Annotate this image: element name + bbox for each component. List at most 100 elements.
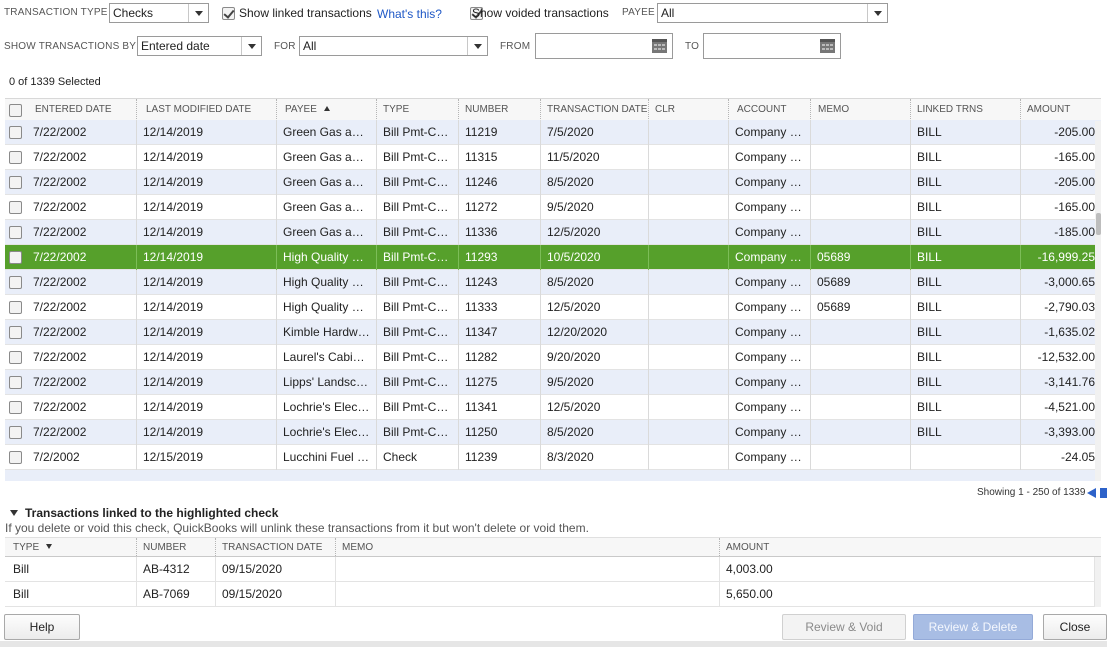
cell-entered-date: 7/22/2002 — [27, 320, 137, 345]
cell-clr — [649, 420, 729, 445]
table-row[interactable]: 7/22/2002 12/14/2019 Lochrie's Electric Bil… — [5, 395, 1101, 420]
table-row-partial[interactable] — [5, 470, 1101, 481]
select-all-checkbox[interactable] — [9, 104, 22, 117]
row-checkbox[interactable] — [9, 151, 22, 164]
show-by-select[interactable]: Entered date — [137, 36, 262, 56]
calendar-icon[interactable] — [652, 39, 667, 53]
calendar-icon[interactable] — [820, 39, 835, 53]
cell-transaction-date: 11/5/2020 — [541, 145, 649, 170]
cell-linked-trns: BILL — [911, 320, 1021, 345]
row-checkbox[interactable] — [9, 201, 22, 214]
cell-memo — [811, 420, 911, 445]
column-header-type[interactable]: TYPE — [377, 99, 459, 121]
cell-amount: -3,393.00 — [1044, 425, 1095, 439]
payee-select[interactable]: All — [657, 3, 888, 23]
linked-column-header-memo[interactable]: MEMO — [336, 538, 720, 558]
cell-clr — [649, 345, 729, 370]
linked-column-header-amount[interactable]: AMOUNT — [720, 538, 1101, 558]
cell-entered-date: 7/22/2002 — [27, 295, 137, 320]
table-row[interactable]: 7/22/200212/14/2019Green Gas and GasBill… — [5, 145, 1101, 170]
table-row[interactable]: 7/2/200212/15/2019Lucchini Fuel SupplyCh… — [5, 445, 1101, 470]
row-checkbox[interactable] — [9, 176, 22, 189]
column-header-linked-trns[interactable]: LINKED TRNS — [911, 99, 1021, 121]
linked-table-row[interactable]: Bill AB-7069 09/15/2020 5,650.00 — [5, 582, 1101, 607]
table-row[interactable]: 7/22/200212/14/2019Green Gas and GasBill… — [5, 195, 1101, 220]
column-header-transaction-date[interactable]: TRANSACTION DATE — [541, 99, 649, 121]
scrollbar-thumb[interactable] — [1096, 213, 1101, 235]
row-checkbox[interactable] — [9, 401, 22, 414]
cell-memo — [811, 170, 911, 195]
column-header-entered-date[interactable]: ENTERED DATE — [27, 99, 137, 121]
table-row[interactable]: 7/22/200212/14/2019Green Gas and GasBill… — [5, 220, 1101, 245]
cell-amount: -4,521.00 — [1044, 400, 1095, 414]
to-date-field[interactable] — [703, 33, 841, 59]
cell-entered-date: 7/2/2002 — [27, 445, 137, 470]
column-header-amount[interactable]: AMOUNT — [1021, 99, 1101, 121]
row-checkbox[interactable] — [9, 226, 22, 239]
table-row[interactable]: 7/22/2002 12/14/2019 Laurel's Cabinets Bill… — [5, 345, 1101, 370]
for-select[interactable]: All — [299, 36, 488, 56]
whats-this-link[interactable]: What's this? — [377, 7, 442, 21]
cell-memo: 05689 — [811, 270, 911, 295]
from-date-field[interactable] — [535, 33, 673, 59]
transaction-type-select[interactable]: Checks — [109, 3, 209, 23]
cell-clr — [649, 145, 729, 170]
cell-number: 11243 — [459, 270, 541, 295]
row-checkbox[interactable] — [9, 376, 22, 389]
linked-column-header-type[interactable]: TYPE — [7, 538, 137, 558]
row-checkbox[interactable] — [9, 351, 22, 364]
row-checkbox[interactable] — [9, 301, 22, 314]
cell-last-modified: 12/14/2019 — [137, 170, 277, 195]
row-checkbox[interactable] — [9, 251, 22, 264]
grid-scrollbar[interactable] — [1095, 121, 1101, 481]
pager-showing: Showing 1 - 250 of 1339 — [977, 487, 1086, 498]
column-header-last-modified[interactable]: LAST MODIFIED DATE — [137, 99, 277, 121]
cell-entered-date: 7/22/2002 — [27, 195, 137, 220]
show-linked-checkbox[interactable] — [222, 7, 235, 20]
row-checkbox[interactable] — [9, 276, 22, 289]
linked-column-header-transaction-date[interactable]: TRANSACTION DATE — [216, 538, 336, 558]
show-linked-label: Show linked transactions — [239, 6, 372, 20]
cell-number: 11293 — [459, 245, 541, 270]
row-checkbox[interactable] — [9, 451, 22, 464]
cell-transaction-date: 12/5/2020 — [541, 295, 649, 320]
cell-clr — [649, 220, 729, 245]
review-void-button[interactable]: Review & Void — [782, 614, 906, 640]
row-checkbox[interactable] — [9, 426, 22, 439]
previous-page-icon[interactable] — [1087, 488, 1096, 498]
table-row[interactable]: 7/22/2002 12/14/2019 Lipps' Landscaping Bil… — [5, 370, 1101, 395]
next-page-icon[interactable] — [1100, 488, 1107, 498]
table-row[interactable]: 7/22/2002 12/14/2019 Kimble Hardware Bill P… — [5, 320, 1101, 345]
cell-linked-trns: BILL — [911, 145, 1021, 170]
column-header-account[interactable]: ACCOUNT — [729, 99, 811, 121]
table-row[interactable]: 7/22/200212/14/2019High Quality LumberBi… — [5, 270, 1101, 295]
column-header-memo[interactable]: MEMO — [811, 99, 911, 121]
collapse-triangle-icon[interactable] — [10, 510, 18, 516]
cell-account: Company Checking — [729, 170, 811, 195]
linked-table-row[interactable]: Bill AB-4312 09/15/2020 4,003.00 — [5, 557, 1101, 582]
cell-last-modified: 12/14/2019 — [137, 320, 277, 345]
review-delete-button[interactable]: Review & Delete — [913, 614, 1033, 640]
row-checkbox[interactable] — [9, 126, 22, 139]
close-button[interactable]: Close — [1043, 614, 1107, 640]
cell-entered-date: 7/22/2002 — [27, 220, 137, 245]
table-row[interactable]: 7/22/2002 12/14/2019 Lochrie's Electric Bil… — [5, 420, 1101, 445]
column-header-clr[interactable]: CLR — [649, 99, 729, 121]
cell-transaction-date: 8/5/2020 — [541, 270, 649, 295]
cell-linked-trns: BILL — [911, 345, 1021, 370]
table-row[interactable]: 7/22/200212/14/2019Green Gas and GasBill… — [5, 120, 1101, 145]
table-row[interactable]: 7/22/200212/14/2019Green Gas and GasBill… — [5, 170, 1101, 195]
column-header-number[interactable]: NUMBER — [459, 99, 541, 121]
row-checkbox[interactable] — [9, 326, 22, 339]
column-header-payee[interactable]: PAYEE — [277, 99, 377, 121]
linked-column-header-number[interactable]: NUMBER — [137, 538, 216, 558]
cell-clr — [649, 320, 729, 345]
linked-grid-scrollbar[interactable] — [1095, 557, 1101, 607]
cell-entered-date: 7/22/2002 — [27, 370, 137, 395]
cell-linked-trns: BILL — [911, 170, 1021, 195]
cell-payee: Green Gas and Gas — [277, 120, 377, 145]
cell-number: 11333 — [459, 295, 541, 320]
help-button[interactable]: Help — [4, 614, 80, 640]
table-row-highlighted[interactable]: 7/22/200212/14/2019High Quality LumberBi… — [5, 245, 1101, 270]
table-row[interactable]: 7/22/200212/14/2019High Quality LumberBi… — [5, 295, 1101, 320]
